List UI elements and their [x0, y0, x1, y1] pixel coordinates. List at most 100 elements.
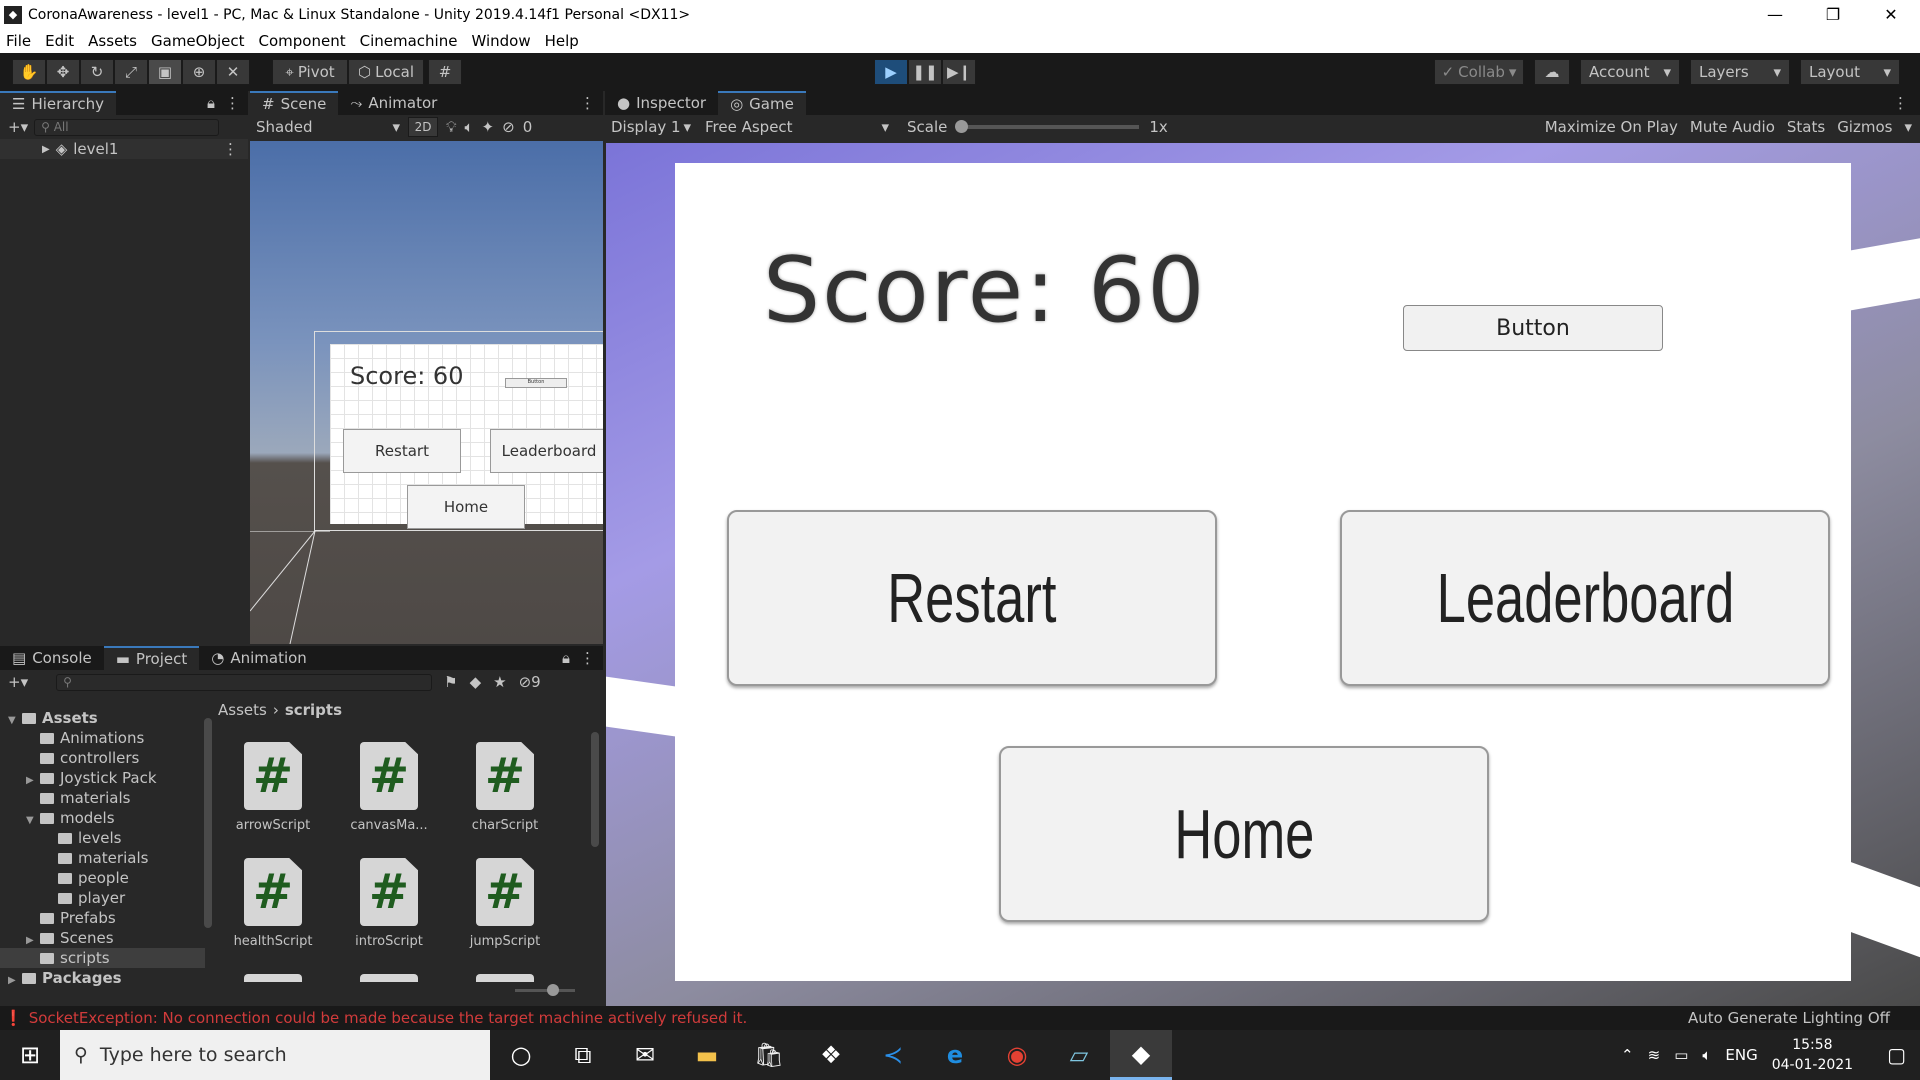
maximize-on-play-toggle[interactable]: Maximize On Play — [1545, 118, 1678, 136]
layout-dropdown[interactable]: Layout ▾ — [1800, 59, 1900, 85]
csharp-script-icon[interactable] — [476, 974, 534, 982]
breadcrumb-assets[interactable]: Assets — [218, 701, 267, 719]
rotate-tool-icon[interactable]: ↻ — [80, 59, 114, 85]
folder-tree-item[interactable]: ▶ Packages — [0, 968, 205, 988]
tab-hierarchy[interactable]: ☰ Hierarchy — [0, 91, 116, 115]
kebab-menu-icon[interactable]: ⋮ — [223, 140, 238, 158]
folder-tree-item[interactable]: Animations — [0, 728, 205, 748]
folder-tree-item[interactable]: ▶ Scenes — [0, 928, 205, 948]
slider-thumb[interactable] — [547, 984, 559, 996]
lightbulb-icon[interactable]: 💡︎ — [446, 118, 457, 136]
error-message[interactable]: SocketException: No connection could be … — [29, 1009, 748, 1027]
tab-inspector[interactable]: ● Inspector — [605, 91, 718, 115]
task-view-icon[interactable]: ⧉ — [552, 1030, 614, 1080]
tab-project[interactable]: ▬ Project — [103, 646, 200, 670]
folder-tree-item[interactable]: people — [0, 868, 205, 888]
hierarchy-search-input[interactable]: ⚲ All — [34, 118, 220, 136]
lock-icon[interactable]: 🔒︎ — [562, 649, 570, 667]
script-asset[interactable]: # charScript — [450, 742, 560, 833]
home-button[interactable]: Home — [999, 746, 1489, 922]
generic-button[interactable]: Button — [1403, 305, 1663, 351]
hidden-packages-icon[interactable]: ⊘ — [519, 673, 532, 691]
chrome-icon[interactable]: ◉ — [986, 1030, 1048, 1080]
folder-tree-item[interactable]: levels — [0, 828, 205, 848]
stats-toggle[interactable]: Stats — [1787, 118, 1825, 136]
kebab-menu-icon[interactable]: ⋮ — [1893, 94, 1908, 112]
menu-cinemachine[interactable]: Cinemachine — [360, 32, 458, 50]
edge-icon[interactable]: e — [924, 1030, 986, 1080]
gizmos-dropdown[interactable]: Gizmos — [1837, 118, 1892, 136]
scale-slider[interactable] — [955, 120, 1140, 133]
tab-animation[interactable]: ◔ Animation — [199, 646, 319, 670]
expanded-arrow-icon[interactable]: ▼ — [26, 811, 40, 831]
scene-view[interactable]: Score: 60 Button Restart Leaderboard Hom… — [250, 141, 603, 644]
tab-animator[interactable]: ⤳ Animator — [338, 91, 449, 115]
cloud-icon[interactable]: ☁ — [1534, 59, 1570, 85]
slider-thumb[interactable] — [955, 120, 969, 133]
lock-icon[interactable]: 🔒︎ — [207, 94, 215, 112]
notification-icon[interactable]: ▢ — [1887, 1043, 1906, 1067]
minimize-button[interactable]: — — [1746, 0, 1804, 29]
create-button[interactable]: +▾ — [8, 673, 28, 691]
store-icon[interactable]: 🛍︎ — [738, 1030, 800, 1080]
breadcrumb-scripts[interactable]: scripts — [285, 701, 342, 719]
label-icon[interactable]: ◆ — [470, 673, 482, 691]
maximize-button[interactable]: ❐ — [1804, 0, 1862, 29]
script-asset[interactable]: # healthScript — [218, 858, 328, 949]
lighting-status[interactable]: Auto Generate Lighting Off — [1688, 1009, 1890, 1027]
account-dropdown[interactable]: Account ▾ — [1580, 59, 1680, 85]
step-button[interactable]: ▶❙ — [942, 59, 976, 85]
scale-tool-icon[interactable]: ⤢ — [114, 59, 148, 85]
wifi-icon[interactable]: ≋ — [1648, 1046, 1661, 1064]
chevron-down-icon[interactable]: ▾ — [1904, 118, 1912, 136]
effects-icon[interactable]: ✦ — [482, 118, 495, 136]
kebab-menu-icon[interactable]: ⋮ — [580, 94, 595, 112]
folder-tree-item[interactable]: ▼ models — [0, 808, 205, 828]
folder-tree-item[interactable]: materials — [0, 848, 205, 868]
folder-tree-item[interactable]: scripts — [0, 948, 205, 968]
collapsed-arrow-icon[interactable]: ▶ — [8, 971, 22, 991]
grid-snap-icon[interactable]: # — [428, 59, 462, 85]
folder-tree-item[interactable]: ▼ Assets — [0, 708, 205, 728]
kebab-menu-icon[interactable]: ⋮ — [580, 649, 595, 667]
mail-icon[interactable]: ✉ — [614, 1030, 676, 1080]
csharp-script-icon[interactable] — [244, 974, 302, 982]
hand-tool-icon[interactable]: ✋ — [12, 59, 46, 85]
close-button[interactable]: ✕ — [1862, 0, 1920, 29]
audio-icon[interactable]: 🔈︎ — [465, 118, 474, 136]
move-tool-icon[interactable]: ✥ — [46, 59, 80, 85]
clock[interactable]: 15:58 04-01-2021 — [1772, 1035, 1853, 1075]
menu-gameobject[interactable]: GameObject — [151, 32, 245, 50]
cortana-icon[interactable]: ○ — [490, 1030, 552, 1080]
icon-size-slider[interactable] — [515, 984, 575, 996]
transform-tool-icon[interactable]: ⊕ — [182, 59, 216, 85]
favorite-star-icon[interactable]: ★ — [493, 673, 506, 691]
restart-button[interactable]: Restart — [727, 510, 1217, 686]
dropbox-icon[interactable]: ❖ — [800, 1030, 862, 1080]
tab-console[interactable]: ▤ Console — [0, 646, 104, 670]
tab-game[interactable]: ◎ Game — [718, 91, 806, 115]
script-asset[interactable]: # jumpScript — [450, 858, 560, 949]
script-asset[interactable]: # introScript — [334, 858, 444, 949]
asset-scrollbar[interactable] — [590, 726, 600, 946]
notepad-icon[interactable]: ▱ — [1048, 1030, 1110, 1080]
menu-help[interactable]: Help — [545, 32, 579, 50]
folder-tree-item[interactable]: ▶ Joystick Pack — [0, 768, 205, 788]
play-button[interactable]: ▶ — [874, 59, 908, 85]
create-button[interactable]: +▾ — [8, 118, 28, 136]
display-dropdown[interactable]: Display 1 ▾ — [605, 118, 697, 136]
layers-dropdown[interactable]: Layers ▾ — [1690, 59, 1790, 85]
visibility-icon[interactable]: ⊘ — [502, 118, 515, 136]
pause-button[interactable]: ❚❚ — [908, 59, 942, 85]
collab-button[interactable]: ✓ Collab ▾ — [1434, 59, 1524, 85]
shading-dropdown[interactable]: Shaded ▾ — [256, 118, 400, 136]
expanded-arrow-icon[interactable]: ▼ — [8, 711, 22, 731]
folder-tree-item[interactable]: Prefabs — [0, 908, 205, 928]
tree-scrollbar[interactable] — [203, 704, 213, 944]
menu-window[interactable]: Window — [471, 32, 530, 50]
language-indicator[interactable]: ENG — [1725, 1046, 1757, 1064]
tab-scene[interactable]: # Scene — [250, 91, 339, 115]
local-toggle[interactable]: ⬡ Local — [348, 59, 424, 85]
battery-icon[interactable]: ▭ — [1674, 1046, 1688, 1064]
aspect-dropdown[interactable]: Free Aspect ▾ — [697, 118, 897, 136]
